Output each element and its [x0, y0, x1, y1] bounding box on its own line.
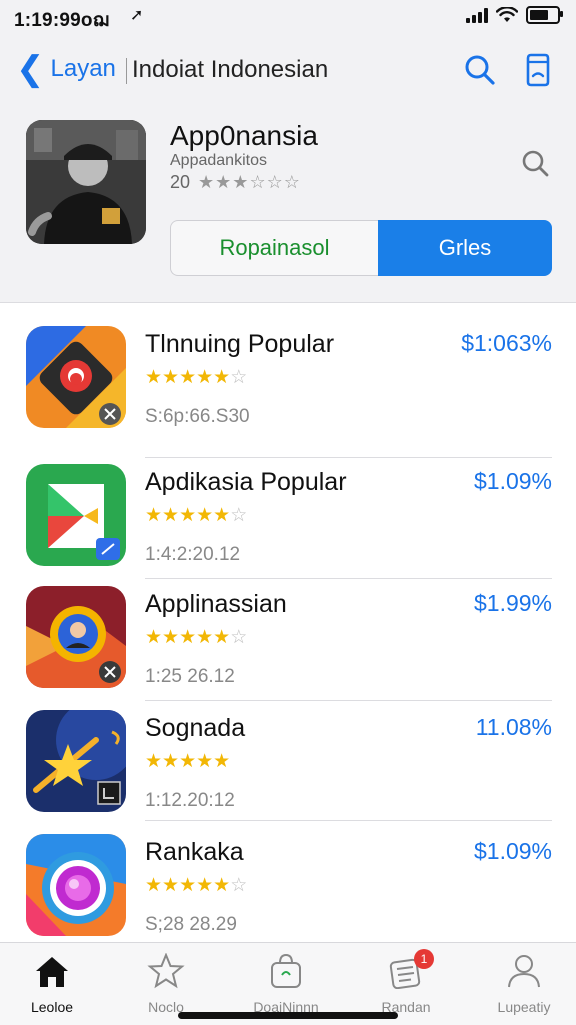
developer-name: App0nansia — [170, 120, 318, 151]
app-price[interactable]: $1:063% — [461, 330, 552, 357]
tab-favorites[interactable]: Noclo — [118, 949, 214, 1019]
developer-subtitle: Appadankitos — [170, 152, 267, 169]
wifi-icon — [496, 7, 518, 22]
home-icon — [36, 957, 68, 987]
navigation-bar: ❮ Layan Indoiat Indonesian — [0, 34, 576, 110]
status-bar: 1:19:99oฌ ➚ — [0, 0, 576, 34]
list-item[interactable]: Applinassian ★★★★★☆ 1:25 26.12 $1.99% — [0, 572, 576, 701]
cellular-signal-icon — [466, 7, 488, 23]
app-name: Applinassian — [145, 590, 287, 618]
bag-icon — [271, 953, 301, 988]
segment-right-button[interactable]: Grles — [378, 220, 552, 276]
developer-rating: 20 ★★★☆☆☆ — [170, 172, 301, 193]
app-price[interactable]: 11.08% — [476, 714, 552, 741]
list-item[interactable]: Tlnnuing Popular ★★★★★☆ S:6p:66.S30 $1:0… — [0, 312, 576, 458]
star-rating: ★★★★★☆ — [145, 875, 248, 896]
tab-store[interactable]: DoaiNinnn — [238, 949, 334, 1019]
tab-label: Leoloe — [30, 999, 74, 1015]
app-name: Apdikasia Popular — [145, 468, 347, 496]
tab-profile[interactable]: Lupeatiy — [476, 949, 572, 1019]
location-arrow-icon: ➚ — [130, 7, 144, 24]
back-button[interactable]: ❮ Layan — [16, 52, 116, 86]
tab-news[interactable]: 1 Randan — [358, 949, 454, 1019]
app-meta: 1:25 26.12 — [145, 666, 235, 687]
search-icon[interactable] — [462, 52, 498, 88]
app-name: Tlnnuing Popular — [145, 330, 335, 358]
list-item[interactable]: Sognada ★★★★★ 1:12.20:12 11.08% — [0, 696, 576, 821]
app-meta: S:6p:66.S30 — [145, 406, 250, 427]
app-meta: 1:4:2:20.12 — [145, 544, 241, 565]
status-icons — [466, 6, 563, 24]
star-rating: ★★★★★☆ — [145, 627, 248, 648]
red-target-app-icon — [26, 326, 126, 428]
status-time: 1:19:99oฌ — [14, 10, 110, 31]
person-icon — [508, 955, 540, 988]
app-meta: S;28 28.29 — [145, 914, 237, 935]
segment-left-button[interactable]: Ropainasol — [170, 220, 378, 276]
camera-swirl-app-icon — [26, 834, 126, 936]
page-title: Indoiat Indonesian — [132, 56, 329, 83]
play-store-app-icon — [26, 464, 126, 566]
app-price[interactable]: $1.09% — [474, 838, 552, 865]
developer-header: App0nansia Appadankitos 20 ★★★☆☆☆ Ropain… — [0, 110, 576, 303]
avatar-badge-app-icon — [26, 586, 126, 688]
rating-count: 20 — [170, 172, 191, 192]
star-rating: ★★★★★☆ — [145, 505, 248, 526]
battery-icon — [526, 6, 563, 24]
list-item[interactable]: Apdikasia Popular ★★★★★☆ 1:4:2:20.12 $1.… — [0, 450, 576, 579]
star-rating: ★★★★★ — [145, 751, 231, 772]
rating-stars: ★★★☆☆☆ — [198, 172, 301, 192]
tab-home[interactable]: Leoloe — [4, 949, 100, 1019]
bookmark-icon[interactable] — [520, 52, 556, 88]
app-name: Rankaka — [145, 838, 244, 866]
notification-badge: 1 — [414, 949, 434, 969]
star-icon — [147, 953, 185, 989]
app-price[interactable]: $1.99% — [474, 590, 552, 617]
app-price[interactable]: $1.09% — [474, 468, 552, 495]
home-indicator — [178, 1012, 398, 1019]
back-label: Layan — [50, 55, 116, 82]
star-rating: ★★★★★☆ — [145, 367, 248, 388]
nav-divider — [126, 58, 127, 84]
developer-avatar — [26, 120, 146, 244]
app-meta: 1:12.20:12 — [145, 790, 235, 811]
list-item[interactable]: Rankaka ★★★★★☆ S;28 28.29 $1.09% — [0, 820, 576, 940]
star-game-app-icon — [26, 710, 126, 812]
search-icon[interactable] — [518, 146, 554, 182]
chevron-left-icon: ❮ — [16, 50, 45, 88]
app-name: Sognada — [145, 714, 246, 742]
tab-label: Lupeatiy — [497, 999, 551, 1015]
